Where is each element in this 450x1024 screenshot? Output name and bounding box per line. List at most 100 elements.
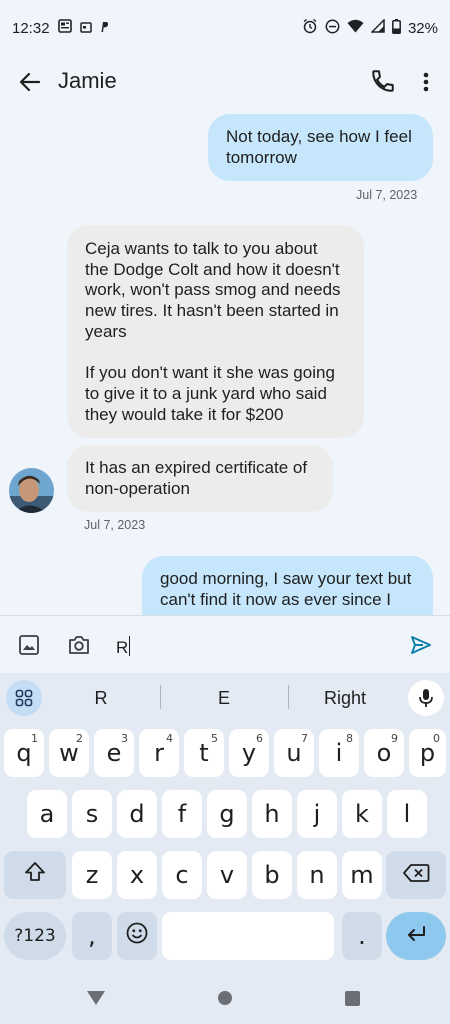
nav-back-icon[interactable] [87, 990, 105, 1011]
key-hint: 2 [76, 732, 83, 745]
conversation-header: Jamie [0, 56, 450, 108]
key-hint: 5 [211, 732, 218, 745]
suggestion-2[interactable]: E [183, 688, 265, 709]
do-not-disturb-icon [325, 19, 340, 38]
shift-key[interactable] [4, 851, 66, 899]
status-time: 12:32 [12, 19, 50, 37]
message-list[interactable]: Not today, see how I feel tomorrow Jul 7… [0, 108, 450, 615]
camera-icon[interactable] [67, 634, 89, 656]
key-label: y [241, 739, 257, 767]
message-bubble-received[interactable]: It has an expired certificate of non-ope… [67, 445, 333, 513]
message-line: non-operation [85, 478, 190, 498]
message-line: If you don't want it she was going [85, 363, 335, 383]
period-key[interactable]: . [342, 912, 382, 960]
mic-icon[interactable] [408, 680, 444, 716]
message-line: can't find it now as ever since I [160, 589, 391, 609]
message-line: Ceja wants to talk to you about [85, 239, 318, 258]
cell-signal-icon [370, 18, 385, 37]
key-s[interactable]: s [72, 790, 112, 838]
key-hint: 0 [433, 732, 440, 745]
key-label: r [154, 739, 164, 767]
more-vert-icon[interactable] [414, 68, 438, 96]
avatar[interactable] [9, 468, 54, 513]
key-r[interactable]: r4 [139, 729, 179, 777]
status-bar: 12:32 32% [0, 0, 450, 56]
key-b[interactable]: b [252, 851, 292, 899]
key-p[interactable]: p0 [409, 729, 446, 777]
nav-home-icon[interactable] [218, 991, 232, 1005]
battery-icon [392, 18, 401, 38]
message-input[interactable]: R [116, 636, 131, 658]
key-label: u [286, 739, 302, 767]
key-x[interactable]: x [117, 851, 157, 899]
wifi-icon [347, 19, 364, 37]
suggestion-strip: R E Right [0, 673, 450, 723]
key-hint: 9 [391, 732, 398, 745]
gallery-icon[interactable] [18, 634, 40, 656]
key-y[interactable]: y6 [229, 729, 269, 777]
key-label: i [335, 739, 343, 767]
key-c[interactable]: c [162, 851, 202, 899]
key-hint: 6 [256, 732, 263, 745]
key-n[interactable]: n [297, 851, 337, 899]
key-d[interactable]: d [117, 790, 157, 838]
key-v[interactable]: v [207, 851, 247, 899]
suggestion-divider [288, 685, 289, 709]
key-e[interactable]: e3 [94, 729, 134, 777]
message-line: they would take it for $200 [85, 404, 284, 424]
apps-grid-icon[interactable] [6, 680, 42, 716]
key-i[interactable]: i8 [319, 729, 359, 777]
message-bubble-received[interactable]: Ceja wants to talk to you about the Dodg… [67, 225, 364, 439]
contact-name: Jamie [58, 68, 117, 93]
message-timestamp: Jul 7, 2023 [84, 518, 146, 532]
symbols-key[interactable]: ?123 [4, 912, 66, 960]
backspace-icon [402, 861, 430, 889]
key-hint: 4 [166, 732, 173, 745]
key-m[interactable]: m [342, 851, 382, 899]
key-q[interactable]: q1 [4, 729, 44, 777]
shift-icon [23, 860, 47, 890]
key-w[interactable]: w2 [49, 729, 89, 777]
emoji-icon [125, 921, 149, 951]
key-f[interactable]: f [162, 790, 202, 838]
key-hint: 8 [346, 732, 353, 745]
message-timestamp: Jul 7, 2023 [356, 188, 418, 202]
message-bubble-sent[interactable]: good morning, I saw your text but can't … [142, 556, 433, 615]
message-line: work, won't pass smog and needs [85, 280, 341, 300]
key-label: e [106, 739, 122, 767]
key-a[interactable]: a [27, 790, 67, 838]
message-input-text: R [116, 638, 129, 657]
key-z[interactable]: z [72, 851, 112, 899]
key-g[interactable]: g [207, 790, 247, 838]
key-hint: 7 [301, 732, 308, 745]
key-hint: 3 [121, 732, 128, 745]
phone-icon[interactable] [370, 68, 398, 96]
suggestion-3[interactable]: Right [304, 688, 386, 709]
message-line: It has an expired certificate of [85, 458, 308, 477]
emoji-key[interactable] [117, 912, 157, 960]
message-line: to give it to a junk yard who said [85, 383, 327, 403]
message-line: years [85, 321, 127, 341]
enter-key[interactable] [386, 912, 446, 960]
key-l[interactable]: l [387, 790, 427, 838]
key-o[interactable]: o9 [364, 729, 404, 777]
key-label: q [16, 739, 32, 767]
backspace-key[interactable] [386, 851, 446, 899]
message-bubble-sent[interactable]: Not today, see how I feel tomorrow [208, 114, 433, 182]
back-arrow-icon[interactable] [16, 68, 44, 96]
text-cursor [129, 636, 131, 656]
system-nav-bar [0, 971, 450, 1024]
key-u[interactable]: u7 [274, 729, 314, 777]
suggestion-1[interactable]: R [60, 688, 142, 709]
message-line: tomorrow [226, 147, 297, 167]
key-j[interactable]: j [297, 790, 337, 838]
nav-recents-icon[interactable] [345, 991, 360, 1006]
space-key[interactable] [162, 912, 334, 960]
key-k[interactable]: k [342, 790, 382, 838]
comma-key[interactable]: , [72, 912, 112, 960]
send-icon[interactable] [410, 634, 432, 656]
suggestion-divider [160, 685, 161, 709]
key-t[interactable]: t5 [184, 729, 224, 777]
key-label: o [376, 739, 392, 767]
key-h[interactable]: h [252, 790, 292, 838]
